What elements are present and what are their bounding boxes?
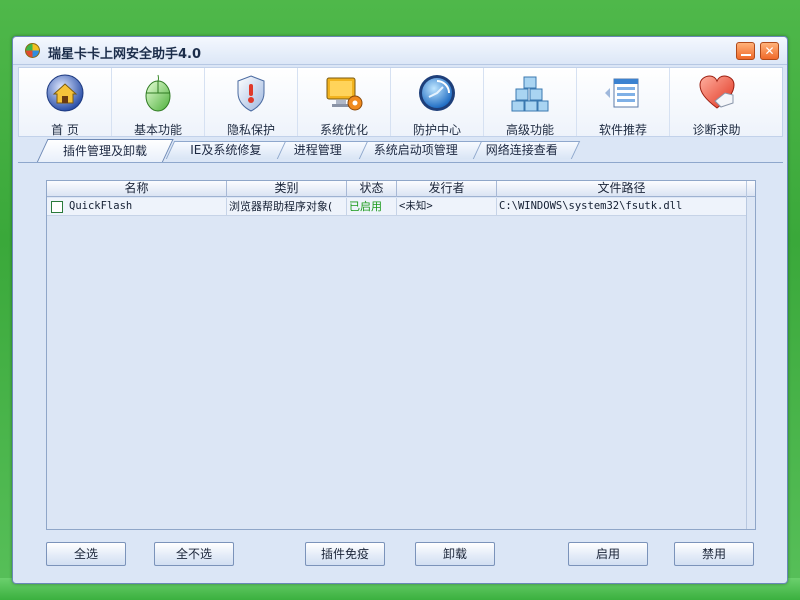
toolbar-home[interactable]: 首 页: [19, 68, 112, 137]
tab-divider: [18, 162, 783, 163]
list-scroll-edge: [746, 181, 747, 529]
tab-ie-system-repair[interactable]: IE及系统修复: [165, 141, 287, 159]
column-status[interactable]: 状态: [347, 181, 397, 197]
toolbar-optimize[interactable]: 系统优化: [298, 68, 391, 137]
tab-plugin-manager[interactable]: 插件管理及卸载: [36, 139, 174, 163]
tab-network-connections-label: 网络连接查看: [485, 143, 558, 157]
toolbar-software[interactable]: 软件推荐: [577, 68, 670, 137]
cell-path: C:\WINDOWS\system32\fsutk.dll: [497, 198, 747, 216]
cubes-icon: [511, 76, 549, 112]
uninstall-button[interactable]: 卸载: [415, 542, 495, 566]
toolbar-protection[interactable]: 防护中心: [391, 68, 484, 137]
plugin-name: QuickFlash: [69, 200, 133, 212]
column-publisher[interactable]: 发行者: [397, 181, 497, 197]
toolbar-basic-label: 基本功能: [133, 123, 182, 137]
minimize-button[interactable]: [736, 42, 755, 60]
title-bar[interactable]: 瑞星卡卡上网安全助手4.0 ✕: [13, 37, 787, 65]
toolbar-advanced[interactable]: 高级功能: [484, 68, 577, 137]
enable-button[interactable]: 启用: [568, 542, 648, 566]
tab-network-connections[interactable]: 网络连接查看: [463, 141, 581, 159]
cell-publisher: <未知>: [397, 198, 497, 216]
shield-icon: [237, 75, 265, 112]
globe-icon: [419, 75, 455, 111]
toolbar-advanced-label: 高级功能: [505, 123, 554, 137]
tab-ie-system-repair-label: IE及系统修复: [190, 143, 262, 157]
cell-name: QuickFlash: [47, 198, 227, 216]
close-button[interactable]: ✕: [760, 42, 779, 60]
heart-hand-icon: [698, 75, 735, 109]
tab-startup-items[interactable]: 系统启动项管理: [349, 141, 483, 159]
column-category[interactable]: 类别: [227, 181, 347, 197]
mouse-icon: [145, 74, 171, 112]
toolbar-home-label: 首 页: [51, 123, 79, 137]
list-header: 名称 类别 状态 发行者 文件路径: [47, 181, 755, 197]
tab-bar: 网络连接查看 系统启动项管理 进程管理 IE及系统修复 插件管理及卸载: [28, 139, 788, 163]
toolbar-optimize-label: 系统优化: [319, 123, 368, 137]
window-list-icon: [605, 78, 639, 108]
cell-category: 浏览器帮助程序对象(: [227, 198, 347, 216]
row-checkbox[interactable]: [51, 201, 63, 213]
tab-plugin-manager-label: 插件管理及卸载: [62, 144, 147, 158]
toolbar-help-label: 诊断求助: [692, 123, 741, 137]
tab-process-manager-label: 进程管理: [293, 143, 342, 157]
column-name[interactable]: 名称: [47, 181, 227, 197]
column-path[interactable]: 文件路径: [497, 181, 747, 197]
select-none-button[interactable]: 全不选: [154, 542, 234, 566]
toolbar-privacy[interactable]: 隐私保护: [205, 68, 298, 137]
app-window: 瑞星卡卡上网安全助手4.0 ✕ 首 页 基本功能 隐私保护 系统优化 防护中心 …: [12, 36, 788, 584]
toolbar-software-label: 软件推荐: [598, 123, 647, 137]
toolbar-basic[interactable]: 基本功能: [112, 68, 205, 137]
plugin-immune-button[interactable]: 插件免疫: [305, 542, 385, 566]
monitor-gear-icon: [326, 77, 363, 111]
tab-startup-items-label: 系统启动项管理: [373, 143, 458, 157]
toolbar-protection-label: 防护中心: [412, 123, 461, 137]
toolbar-help[interactable]: 诊断求助: [670, 68, 763, 137]
table-row[interactable]: QuickFlash 浏览器帮助程序对象( 已启用 <未知> C:\WINDOW…: [47, 198, 747, 216]
window-title: 瑞星卡卡上网安全助手4.0: [48, 47, 202, 62]
cell-status: 已启用: [347, 198, 397, 216]
main-toolbar: 首 页 基本功能 隐私保护 系统优化 防护中心 高级功能 软件推荐 诊断求助: [18, 67, 783, 137]
select-all-button[interactable]: 全选: [46, 542, 126, 566]
plugin-list[interactable]: 名称 类别 状态 发行者 文件路径 QuickFlash 浏览器帮助程序对象( …: [46, 180, 756, 530]
home-icon: [46, 74, 84, 112]
toolbar-privacy-label: 隐私保护: [226, 123, 275, 137]
app-logo-icon: [25, 43, 40, 58]
disable-button[interactable]: 禁用: [674, 542, 754, 566]
